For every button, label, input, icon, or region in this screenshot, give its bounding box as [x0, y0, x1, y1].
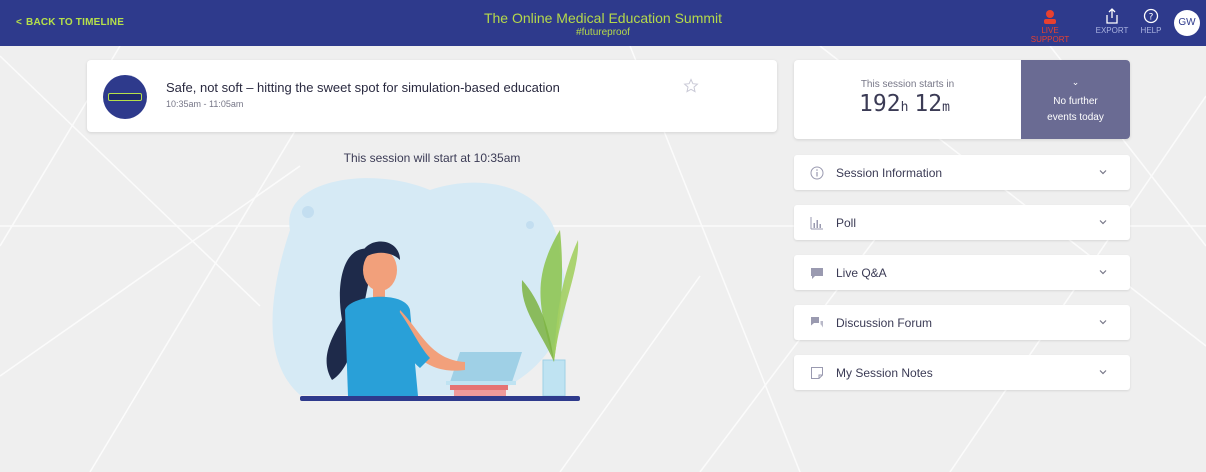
- session-logo: [103, 75, 147, 119]
- countdown-value: 192h 12m: [794, 91, 1021, 117]
- accordion-session-information[interactable]: Session Information: [794, 155, 1130, 190]
- export-label: EXPORT: [1095, 26, 1129, 35]
- countdown-minutes: 12: [914, 91, 943, 117]
- help-label: HELP: [1140, 26, 1162, 35]
- chevron-down-icon: [1099, 320, 1107, 325]
- session-time: 10:35am - 11:05am: [166, 99, 244, 109]
- accordion-my-session-notes[interactable]: My Session Notes: [794, 355, 1130, 390]
- accordion-live-qa[interactable]: Live Q&A: [794, 255, 1130, 290]
- next-events-line1: No further: [1053, 96, 1098, 107]
- notes-icon: [811, 367, 823, 379]
- session-card: Safe, not soft – hitting the sweet spot …: [87, 60, 777, 132]
- accordion-poll[interactable]: Poll: [794, 205, 1130, 240]
- help-icon: ?: [1136, 8, 1166, 26]
- accordion-discussion-forum[interactable]: Discussion Forum: [794, 305, 1130, 340]
- accordion-label: Discussion Forum: [836, 316, 933, 330]
- countdown-minutes-unit: m: [942, 100, 950, 115]
- help-button[interactable]: ? HELP: [1136, 8, 1166, 35]
- live-support-label: LIVE SUPPORT: [1030, 26, 1070, 44]
- chevron-down-icon: [1099, 270, 1107, 275]
- export-button[interactable]: EXPORT: [1092, 8, 1132, 35]
- session-start-note: This session will start at 10:35am: [343, 151, 521, 165]
- accordion-label: Session Information: [836, 166, 943, 180]
- accordion-label: Poll: [836, 216, 857, 230]
- svg-text:?: ?: [1149, 13, 1154, 23]
- session-countdown: This session starts in 192h 12m ⌄ No furt…: [794, 60, 1130, 139]
- headset-icon: [1024, 8, 1076, 26]
- countdown-hours-unit: h: [900, 100, 909, 115]
- session-title: Safe, not soft – hitting the sweet spot …: [166, 80, 560, 95]
- woman-laptop-illustration: [272, 178, 580, 401]
- poll-icon: [810, 217, 823, 230]
- export-icon: [1092, 8, 1132, 26]
- top-bar: < BACK TO TIMELINE The Online Medical Edu…: [0, 0, 1206, 46]
- chevron-down-icon: [1099, 170, 1107, 175]
- chat-bubble-icon: [811, 268, 823, 279]
- countdown-hours: 192: [859, 91, 901, 117]
- countdown-label: This session starts in: [860, 79, 955, 90]
- chevron-down-icon: [1099, 220, 1107, 225]
- chevron-down-icon: [1099, 370, 1107, 375]
- accordion-label: My Session Notes: [836, 366, 933, 380]
- chevron-down-icon: ⌄: [1071, 77, 1080, 87]
- forum-icon: [811, 317, 823, 328]
- info-icon: [810, 166, 824, 180]
- accordion-label: Live Q&A: [836, 266, 887, 280]
- next-events-toggle[interactable]: ⌄ No further events today: [1021, 60, 1130, 139]
- favorite-star-icon[interactable]: [683, 78, 699, 94]
- user-avatar[interactable]: GW: [1174, 10, 1200, 36]
- live-support-button[interactable]: LIVE SUPPORT: [1024, 8, 1076, 44]
- logo-mark: [108, 93, 142, 101]
- next-events-line2: events today: [1047, 112, 1104, 123]
